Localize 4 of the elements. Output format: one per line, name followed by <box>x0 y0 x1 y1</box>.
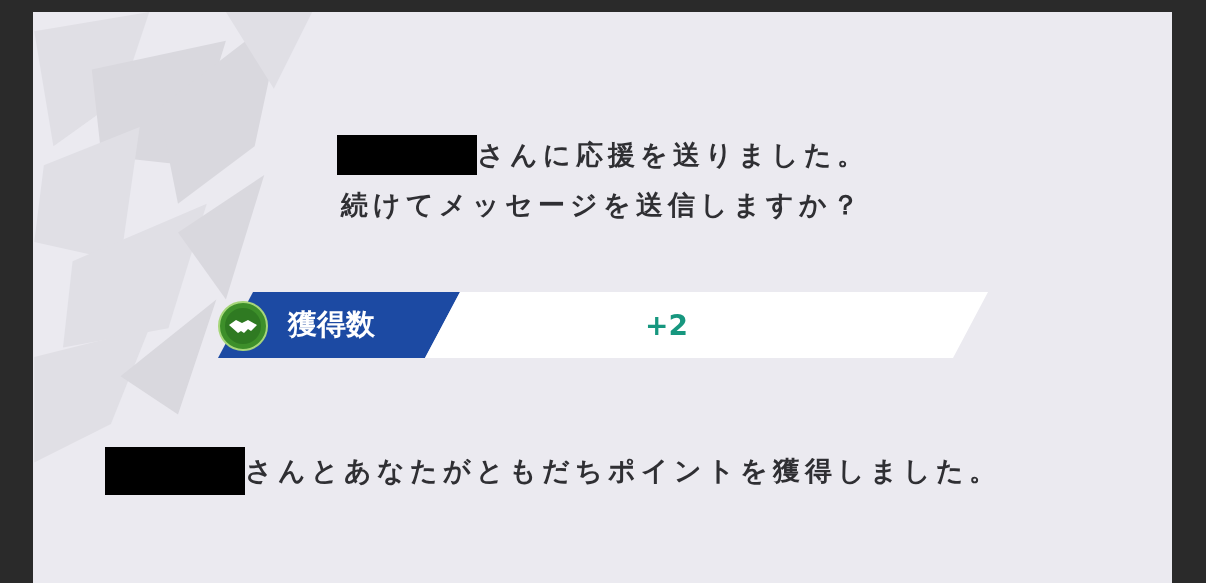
reward-value: +2 <box>645 308 688 342</box>
result-text: さんとあなたがともだちポイントを獲得しました。 <box>245 454 1001 488</box>
message-text: さんに応援を送りました。 <box>476 138 869 172</box>
message-text: 続けてメッセージを送信しますか？ <box>341 188 864 222</box>
